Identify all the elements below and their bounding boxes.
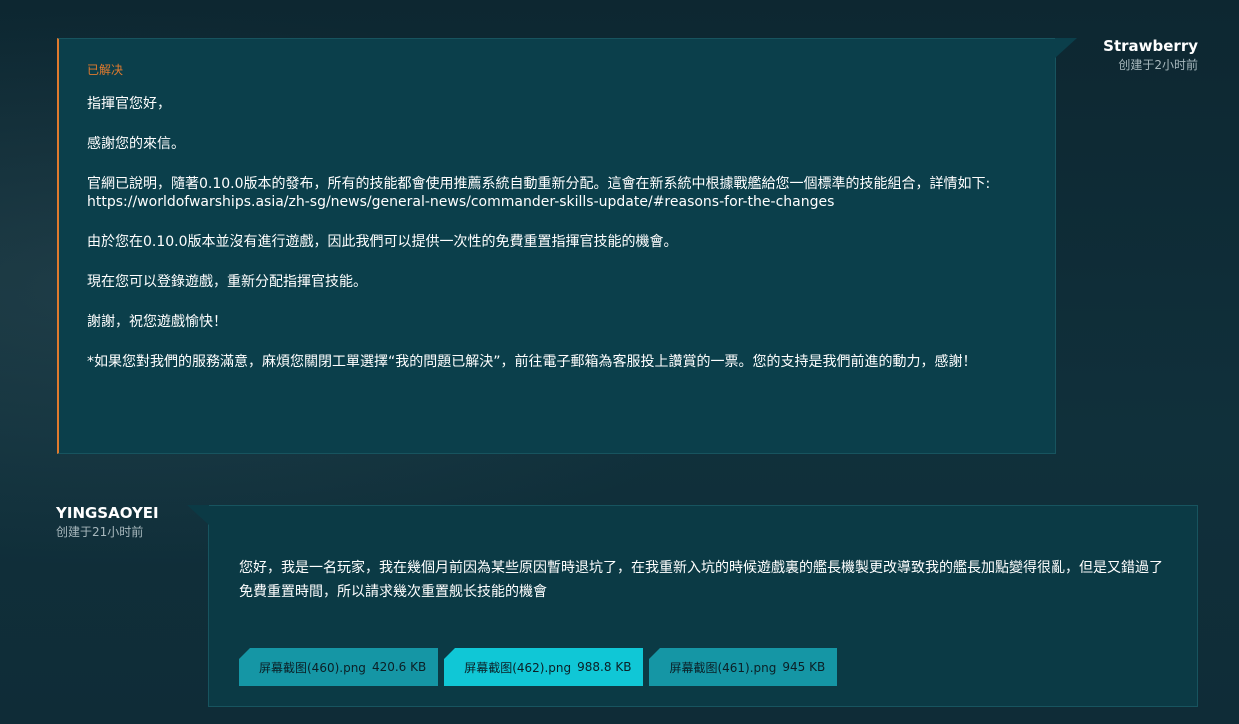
user-author: YINGSAOYEI 创建于21小时前	[56, 503, 159, 541]
reply-greeting: 指揮官您好，	[87, 96, 171, 112]
status-label: 已解决	[87, 63, 124, 77]
reply-instruction: 現在您可以登錄遊戲，重新分配指揮官技能。	[87, 274, 367, 290]
user-message-bubble: 您好，我是一名玩家，我在幾個月前因為某些原因暫時退坑了，在我重新入坑的時候遊戲裏…	[187, 505, 1198, 707]
attachment-filename: 屏幕截图(460).png	[259, 660, 366, 675]
attachment-list: 屏幕截图(460).png 420.6 KB 屏幕截图(462).png 988…	[239, 648, 838, 686]
reply-offer: 由於您在0.10.0版本並沒有進行遊戲，因此我們可以提供一次性的免費重置指揮官技…	[87, 234, 678, 250]
reply-closing: 謝謝，祝您遊戲愉快！	[87, 314, 227, 330]
support-reply-time: 创建于2小时前	[1118, 58, 1198, 72]
reply-thanks: 感謝您的來信。	[87, 136, 185, 152]
attachment-item[interactable]: 屏幕截图(460).png 420.6 KB	[239, 648, 439, 686]
attachment-size: 420.6 KB	[371, 660, 427, 674]
file-corner-icon	[239, 648, 250, 659]
user-author-name: YINGSAOYEI	[56, 504, 159, 522]
attachment-filename: 屏幕截图(462).png	[464, 660, 572, 675]
file-corner-icon	[444, 648, 456, 659]
reply-link[interactable]: https://worldofwarships.asia/zh-sg/news/…	[87, 193, 1027, 211]
attachment-item[interactable]: 屏幕截图(462).png 988.8 KB	[444, 648, 644, 686]
support-author: Strawberry 创建于2小时前	[1103, 36, 1198, 74]
attachment-size: 988.8 KB	[577, 660, 632, 674]
support-reply-bubble: 已解决 指揮官您好， 感謝您的來信。 官網已說明，隨著0.10.0版本的發布，所…	[57, 38, 1077, 454]
support-reply-body: 指揮官您好， 感謝您的來信。 官網已說明，隨著0.10.0版本的發布，所有的技能…	[87, 95, 1027, 393]
attachment-filename: 屏幕截图(461).png	[669, 660, 777, 675]
user-message-time: 创建于21小时前	[56, 525, 144, 539]
attachment-item[interactable]: 屏幕截图(461).png 945 KB	[649, 648, 838, 686]
reply-explanation: 官網已說明，隨著0.10.0版本的發布，所有的技能都會使用推薦系統自動重新分配。…	[87, 176, 991, 192]
attachment-size: 945 KB	[782, 660, 826, 674]
support-author-name: Strawberry	[1103, 37, 1198, 55]
user-message-body: 您好，我是一名玩家，我在幾個月前因為某些原因暫時退坑了，在我重新入坑的時候遊戲裏…	[239, 560, 1163, 600]
file-corner-icon	[649, 648, 661, 659]
reply-footnote: *如果您對我們的服務滿意，麻煩您關閉工單選擇“我的問題已解決”，前往電子郵箱為客…	[87, 354, 977, 370]
ticket-thread: 已解决 指揮官您好， 感謝您的來信。 官網已說明，隨著0.10.0版本的發布，所…	[0, 0, 1239, 724]
